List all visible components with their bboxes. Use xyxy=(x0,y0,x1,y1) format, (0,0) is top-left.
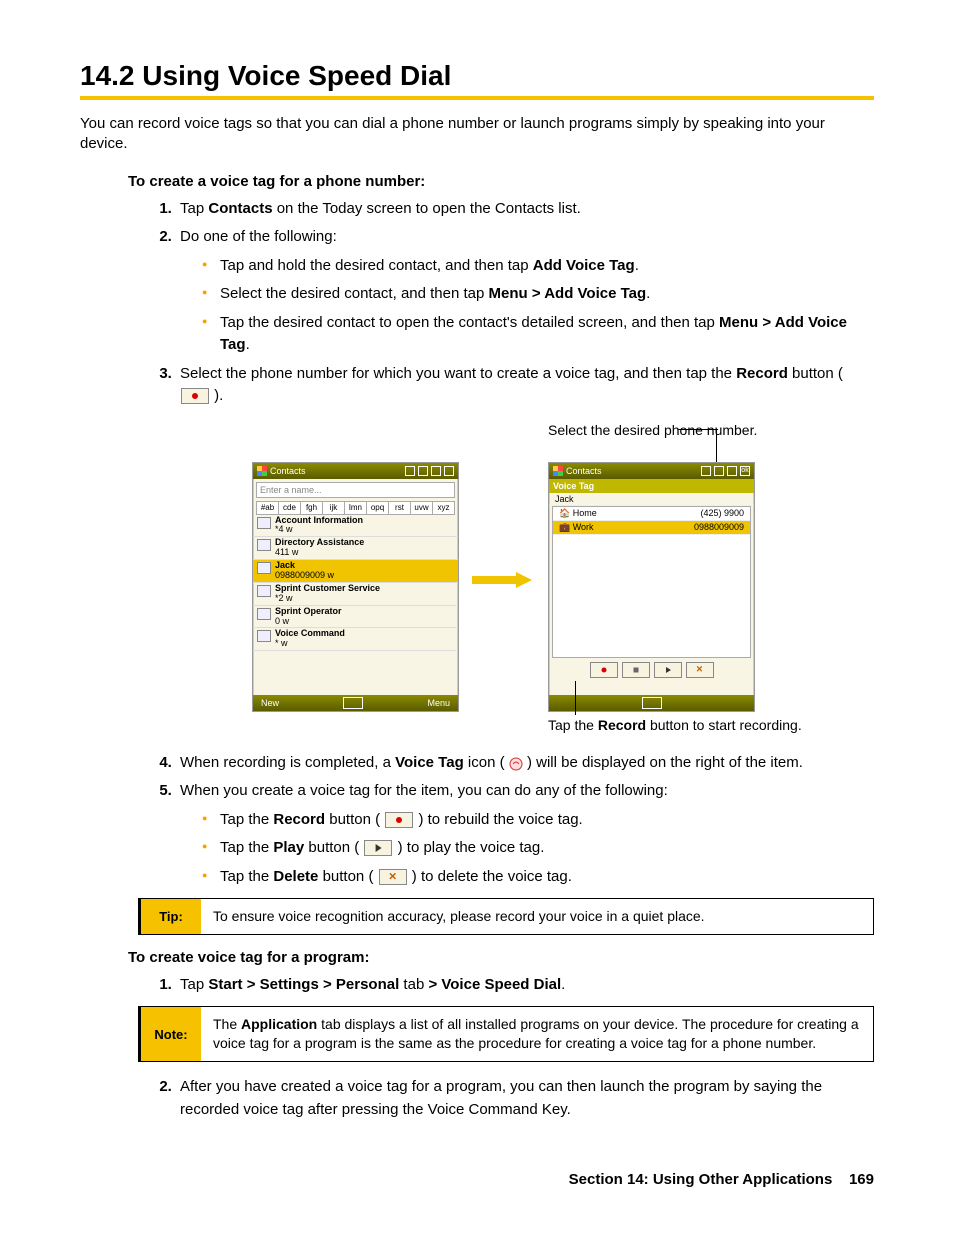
note-text: The Application tab displays a list of a… xyxy=(201,1007,873,1061)
name-input: Enter a name... xyxy=(256,482,455,498)
page-footer: Section 14: Using Other Applications 169 xyxy=(80,1171,874,1188)
status-icon xyxy=(405,466,415,476)
bullet: Select the desired contact, and then tap… xyxy=(200,283,874,306)
heading-rule xyxy=(80,96,874,100)
section-heading: 14.2 Using Voice Speed Dial xyxy=(80,60,874,92)
contact-icon xyxy=(257,562,271,574)
number-row-selected: 💼 Work 0988009009 xyxy=(553,521,750,535)
number-list: 🏠 Home (425) 9900 💼 Work 0988009009 xyxy=(552,506,751,658)
phone-titlebar: Contacts xyxy=(253,463,458,479)
tip-label: Tip: xyxy=(141,899,201,934)
stop-button xyxy=(622,662,650,678)
signal-icon xyxy=(714,466,724,476)
voice-tag-icon xyxy=(509,756,523,770)
steps-list-3: Tap Start > Settings > Personal tab > Vo… xyxy=(150,974,874,997)
step-2: Do one of the following: Tap and hold th… xyxy=(176,226,874,357)
subheading-phone-number: To create a voice tag for a phone number… xyxy=(128,173,874,190)
contact-icon xyxy=(257,630,271,642)
note-box: Note: The Application tab displays a lis… xyxy=(138,1006,874,1062)
contact-icon xyxy=(257,539,271,551)
figure: Select the desired phone number. Contact… xyxy=(190,422,874,742)
program-step-1: Tap Start > Settings > Personal tab > Vo… xyxy=(176,974,874,997)
ok-button: ok xyxy=(740,466,750,476)
voice-tag-header: Voice Tag xyxy=(549,479,754,493)
step-5: When you create a voice tag for the item… xyxy=(176,780,874,888)
step-4: When recording is completed, a Voice Tag… xyxy=(176,752,874,775)
contact-icon xyxy=(257,517,271,529)
contact-row-selected: Jack0988009009 w xyxy=(253,560,458,583)
step-5-bullets: Tap the Record button ( ) to rebuild the… xyxy=(200,809,874,889)
bullet: Tap the desired contact to open the cont… xyxy=(200,312,874,357)
number-row: 🏠 Home (425) 9900 xyxy=(553,507,750,521)
callout-record: Tap the Record button to start recording… xyxy=(548,717,802,735)
keyboard-icon xyxy=(343,697,363,709)
volume-icon xyxy=(431,466,441,476)
alpha-tabs: #ab cde fgh ijk lmn opq rst uvw xyz xyxy=(256,501,455,515)
steps-list-1: Tap Contacts on the Today screen to open… xyxy=(150,198,874,408)
bullet: Tap and hold the desired contact, and th… xyxy=(200,255,874,278)
note-label: Note: xyxy=(141,1007,201,1061)
bullet: Tap the Record button ( ) to rebuild the… xyxy=(200,809,874,832)
bullet: Tap the Play button ( ) to play the voic… xyxy=(200,837,874,860)
contact-row: Voice Command* w xyxy=(253,628,458,651)
contact-icon xyxy=(257,608,271,620)
contact-icon xyxy=(257,585,271,597)
steps-list-2: When recording is completed, a Voice Tag… xyxy=(150,752,874,889)
contact-row: Directory Assistance411 w xyxy=(253,537,458,560)
windows-icon xyxy=(553,466,563,476)
phone-softkeys: New Menu xyxy=(253,695,458,711)
bullet: Tap the Delete button ( ) to delete the … xyxy=(200,866,874,889)
screenshot-contacts-list: Contacts Enter a name... #ab cde fgh ijk… xyxy=(252,462,459,712)
close-icon xyxy=(444,466,454,476)
delete-button xyxy=(686,662,714,678)
tip-box: Tip: To ensure voice recognition accurac… xyxy=(138,898,874,935)
callout-select-number: Select the desired phone number. xyxy=(548,422,757,439)
phone-titlebar: Contacts ok xyxy=(549,463,754,479)
contact-row: Sprint Customer Service*2 w xyxy=(253,583,458,606)
steps-list-4: After you have created a voice tag for a… xyxy=(150,1076,874,1121)
subheading-program: To create voice tag for a program: xyxy=(128,949,874,966)
status-icon xyxy=(701,466,711,476)
step-3: Select the phone number for which you wa… xyxy=(176,363,874,408)
screenshot-voice-tag: Contacts ok Voice Tag Jack 🏠 Home (425) … xyxy=(548,462,755,712)
intro-paragraph: You can record voice tags so that you ca… xyxy=(80,114,874,155)
volume-icon xyxy=(727,466,737,476)
play-button xyxy=(654,662,682,678)
tip-text: To ensure voice recognition accuracy, pl… xyxy=(201,899,873,934)
step-2-bullets: Tap and hold the desired contact, and th… xyxy=(200,255,874,357)
keyboard-icon xyxy=(642,697,662,709)
contact-name: Jack xyxy=(549,493,754,506)
contact-row: Sprint Operator0 w xyxy=(253,606,458,629)
record-button xyxy=(590,662,618,678)
record-icon xyxy=(181,388,209,404)
record-icon xyxy=(385,812,413,828)
delete-icon xyxy=(379,869,407,885)
step-1: Tap Contacts on the Today screen to open… xyxy=(176,198,874,221)
contact-row: Account Information*4 w xyxy=(253,515,458,538)
program-step-2: After you have created a voice tag for a… xyxy=(176,1076,874,1121)
phone-softkeys xyxy=(549,695,754,711)
play-icon xyxy=(364,840,392,856)
arrow-icon xyxy=(472,572,532,588)
windows-icon xyxy=(257,466,267,476)
signal-icon xyxy=(418,466,428,476)
recorder-controls xyxy=(549,662,754,678)
